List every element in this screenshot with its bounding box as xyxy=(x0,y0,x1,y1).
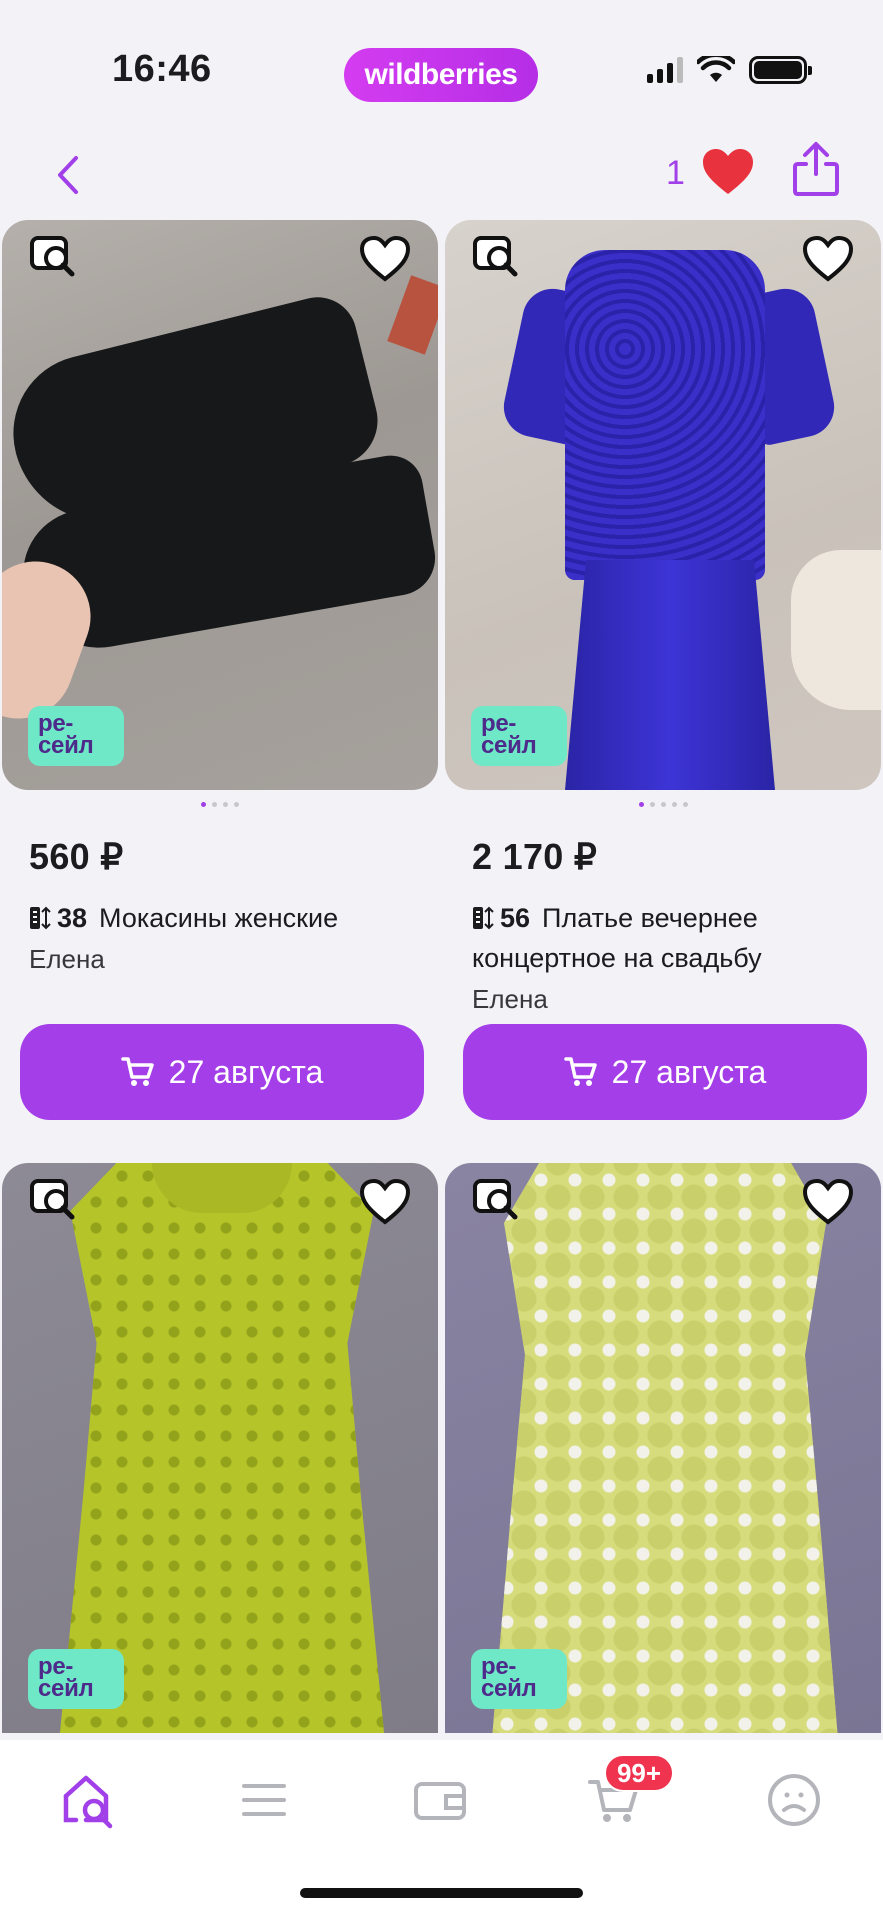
product-image[interactable]: ре-сейл xyxy=(445,1163,881,1733)
cart-icon xyxy=(563,1057,597,1086)
product-image[interactable]: ре-сейл xyxy=(2,1163,438,1733)
product-price: 2 170 ₽ xyxy=(472,836,598,877)
system-icons xyxy=(647,56,812,84)
battery-icon xyxy=(749,56,812,84)
heart-outline-icon[interactable] xyxy=(358,1177,412,1227)
search-similar-icon[interactable] xyxy=(471,234,523,282)
heart-outline-icon[interactable] xyxy=(801,1177,855,1227)
image-pager xyxy=(2,800,438,808)
product-card[interactable]: ре-сейл 2 170 ₽ 56 Платье вечернее концер… xyxy=(445,220,881,1120)
heart-outline-icon[interactable] xyxy=(801,234,855,284)
add-to-cart-button[interactable]: 27 августа xyxy=(463,1024,867,1120)
top-nav: 1 xyxy=(0,140,883,220)
home-indicator xyxy=(300,1888,583,1898)
share-icon[interactable] xyxy=(790,140,842,198)
resale-badge: ре-сейл xyxy=(471,706,567,766)
heart-filled-icon[interactable] xyxy=(700,146,756,198)
profile-icon[interactable] xyxy=(764,1770,824,1830)
status-bar: 16:46 wildberries xyxy=(0,0,883,140)
signal-icon xyxy=(647,57,683,83)
dress-photo xyxy=(565,250,765,580)
wifi-icon xyxy=(697,56,735,82)
delivery-date: 27 августа xyxy=(611,1053,767,1090)
search-similar-icon[interactable] xyxy=(471,1177,523,1225)
product-card[interactable]: ре-сейл 560 ₽ 38 Мокасины женские Елена 2… xyxy=(2,220,438,1120)
product-image[interactable]: ре-сейл xyxy=(445,220,881,790)
product-card[interactable]: ре-сейл xyxy=(2,1163,438,1733)
resale-badge: ре-сейл xyxy=(28,1649,124,1709)
image-pager xyxy=(445,800,881,808)
search-similar-icon[interactable] xyxy=(28,234,80,282)
add-to-cart-button[interactable]: 27 августа xyxy=(20,1024,424,1120)
brand-pill: wildberries xyxy=(344,48,538,102)
size-icon xyxy=(30,906,51,930)
product-description: 38 Мокасины женские xyxy=(29,898,411,938)
product-seller: Елена xyxy=(472,984,548,1014)
menu-icon[interactable] xyxy=(234,1770,294,1830)
size-icon xyxy=(473,906,494,930)
back-arrow-icon[interactable] xyxy=(44,150,94,200)
search-similar-icon[interactable] xyxy=(28,1177,80,1225)
product-image[interactable]: ре-сейл xyxy=(2,220,438,790)
dress-photo xyxy=(490,1163,840,1733)
favorites-count[interactable]: 1 xyxy=(666,154,685,193)
product-title: Мокасины женские xyxy=(99,903,339,933)
product-size: 56 xyxy=(500,903,531,933)
wallet-icon[interactable] xyxy=(410,1770,470,1830)
dress-photo xyxy=(57,1163,387,1733)
product-size: 38 xyxy=(57,903,88,933)
product-seller: Елена xyxy=(29,944,105,974)
product-price: 560 ₽ xyxy=(29,836,124,877)
resale-badge: ре-сейл xyxy=(28,706,124,766)
product-description: 56 Платье вечернее концертное на свадьбу xyxy=(472,898,854,978)
cart-badge: 99+ xyxy=(604,1754,674,1792)
product-card[interactable]: ре-сейл xyxy=(445,1163,881,1733)
clock: 16:46 xyxy=(112,48,212,90)
home-search-icon[interactable] xyxy=(58,1770,118,1830)
delivery-date: 27 августа xyxy=(168,1053,324,1090)
resale-badge: ре-сейл xyxy=(471,1649,567,1709)
cart-icon xyxy=(120,1057,154,1086)
heart-outline-icon[interactable] xyxy=(358,234,412,284)
